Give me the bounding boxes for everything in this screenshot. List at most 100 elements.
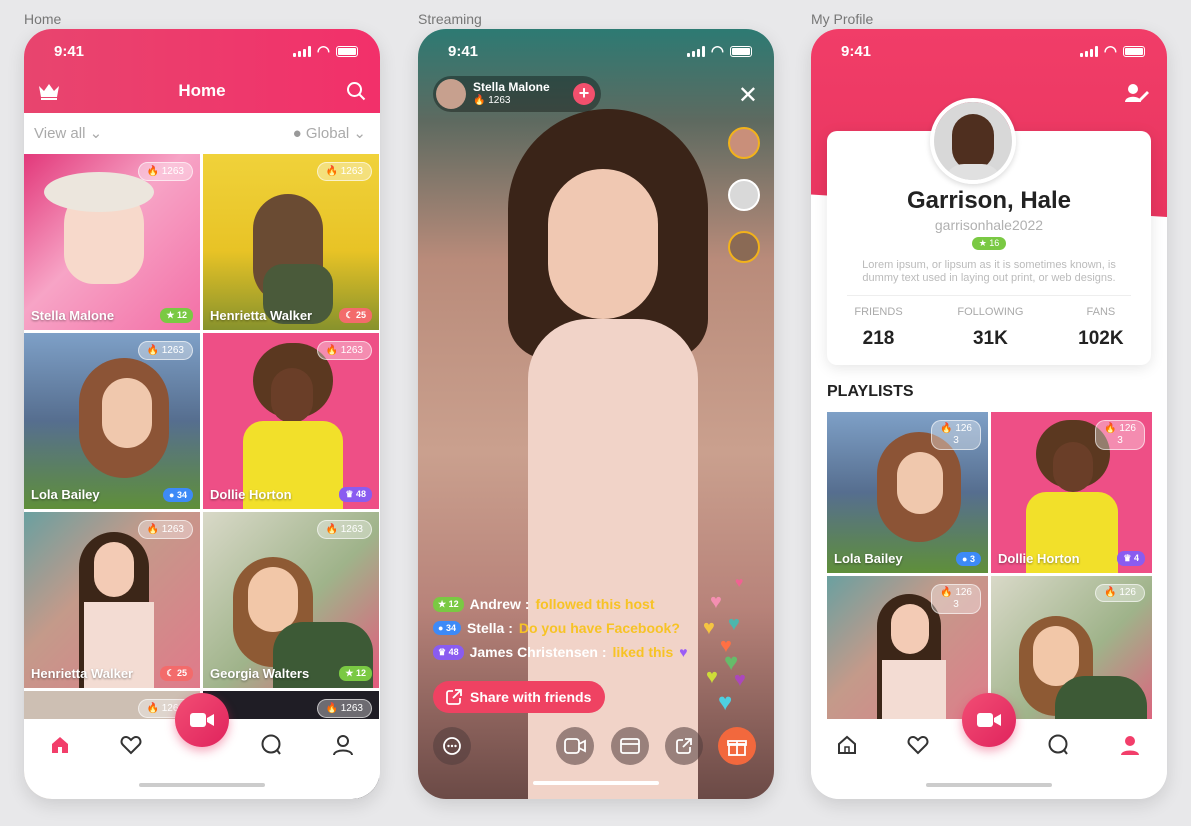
playlist-count: 🔥 126 bbox=[1095, 584, 1145, 602]
chat-user: James Christensen : bbox=[469, 644, 607, 660]
playlist-count: 🔥 126 3 bbox=[931, 584, 981, 614]
user-icon[interactable] bbox=[331, 733, 355, 757]
search-icon[interactable] bbox=[346, 81, 366, 106]
viewer-count: 🔥 1263 bbox=[316, 162, 372, 181]
tile-name: Stella Malone bbox=[31, 308, 115, 323]
signal-icon bbox=[1079, 45, 1098, 57]
stat-label: FANS bbox=[1086, 306, 1116, 318]
viewer-count: 🔥 1263 bbox=[137, 162, 193, 181]
playlist-count: 🔥 126 3 bbox=[931, 420, 981, 450]
stat-value: 218 bbox=[862, 328, 895, 349]
heart-icon[interactable] bbox=[906, 733, 930, 757]
heart-icon: ♥ bbox=[679, 644, 688, 660]
chat-message: ● 34 Stella : Do you have Facebook? bbox=[433, 620, 680, 636]
playlist-tile[interactable]: 🔥 126 3 Dollie Horton ♛ 4 bbox=[991, 412, 1152, 573]
comment-icon[interactable] bbox=[433, 727, 471, 765]
level-badge: ♛ 48 bbox=[339, 487, 372, 502]
chat-icon[interactable] bbox=[1046, 733, 1070, 757]
home-screen: Home 9:41 ◠ View all ⌄ ● Global ⌄ 🔥 1263… bbox=[24, 29, 380, 799]
stat-value: 31K bbox=[972, 328, 1008, 349]
viewer-count: 🔥 1263 bbox=[137, 520, 193, 539]
level-badge: ★ 12 bbox=[339, 666, 372, 681]
level-badge: ★ 12 bbox=[433, 596, 464, 612]
chat-text: followed this host bbox=[535, 596, 655, 612]
live-tile[interactable]: 🔥 1263 Dollie Horton ♛ 48 bbox=[203, 333, 379, 509]
view-all-label: View all bbox=[34, 125, 86, 142]
playlist-count: 🔥 126 3 bbox=[1095, 420, 1145, 450]
edit-profile-icon[interactable] bbox=[1125, 83, 1149, 108]
tile-name: Dollie Horton bbox=[210, 487, 292, 502]
playlist-tile[interactable]: 🔥 126 3 Lola Bailey ● 3 bbox=[827, 412, 988, 573]
signal-icon bbox=[292, 45, 311, 57]
tile-name: Henrietta Walker bbox=[210, 308, 313, 323]
chat-text: Do you have Facebook? bbox=[518, 620, 680, 636]
level-badge: ● 34 bbox=[163, 488, 193, 502]
home-indicator bbox=[533, 781, 659, 785]
bottom-nav bbox=[24, 693, 380, 799]
page-title: Home bbox=[178, 81, 226, 100]
region-label: Global bbox=[305, 125, 350, 142]
streaming-screen: 9:41 ◠ Stella Malone 🔥 1263 + ✕ ★ 12 Andre… bbox=[418, 29, 774, 799]
view-all-dropdown[interactable]: View all ⌄ bbox=[34, 124, 102, 142]
avatar bbox=[930, 98, 1016, 184]
status-time: 9:41 bbox=[841, 42, 872, 60]
heart-icon: ♥ bbox=[703, 617, 715, 639]
chat-message: ★ 12 Andrew : followed this host bbox=[433, 596, 654, 612]
host-info[interactable]: Stella Malone 🔥 1263 + bbox=[433, 76, 601, 112]
level-badge: ★ 12 bbox=[160, 308, 193, 323]
heart-icon: ♥ bbox=[728, 613, 740, 635]
user-icon[interactable] bbox=[1118, 733, 1142, 757]
home-indicator bbox=[139, 783, 265, 787]
share-button[interactable]: Share with friends bbox=[433, 681, 605, 713]
go-live-button[interactable] bbox=[962, 693, 1016, 747]
heart-icon: ♥ bbox=[734, 669, 746, 691]
status-time: 9:41 bbox=[448, 42, 479, 60]
status-bar: 9:41 ◠ bbox=[24, 29, 380, 73]
caption-profile: My Profile bbox=[811, 11, 874, 27]
viewer-avatar[interactable] bbox=[728, 231, 760, 263]
level-badge: ♛ 48 bbox=[433, 644, 464, 660]
region-dropdown[interactable]: ● Global ⌄ bbox=[293, 124, 366, 142]
playlists-title: PLAYLISTS bbox=[827, 383, 914, 400]
camera-icon[interactable] bbox=[556, 727, 594, 765]
live-tile[interactable]: 🔥 1263 Henrietta Walker ☾ 25 bbox=[203, 154, 379, 330]
profile-name: Garrison, Hale bbox=[906, 187, 1072, 214]
stat-fans[interactable]: FANS 102K bbox=[1078, 306, 1123, 350]
heart-icon: ♥ bbox=[718, 689, 733, 716]
mail-icon[interactable] bbox=[611, 727, 649, 765]
profile-bio: Lorem ipsum, or lipsum as it is sometime… bbox=[847, 259, 1131, 296]
home-indicator bbox=[926, 783, 1052, 787]
viewer-avatar[interactable] bbox=[728, 127, 760, 159]
viewer-count: 🔥 1263 bbox=[316, 341, 372, 360]
wifi-icon: ◠ bbox=[710, 43, 724, 60]
live-tile[interactable]: 🔥 1263 Stella Malone ★ 12 bbox=[24, 154, 200, 330]
heart-icon: ♥ bbox=[710, 591, 722, 613]
heart-icon[interactable] bbox=[119, 733, 143, 757]
viewer-count: 🔥 1263 bbox=[137, 341, 193, 360]
host-avatar bbox=[436, 79, 466, 109]
stat-following[interactable]: FOLLOWING 31K bbox=[957, 306, 1023, 350]
live-tile[interactable]: 🔥 1263 Lola Bailey ● 34 bbox=[24, 333, 200, 509]
gift-icon[interactable] bbox=[718, 727, 756, 765]
home-icon[interactable] bbox=[835, 733, 859, 757]
share-icon[interactable] bbox=[665, 727, 703, 765]
chat-text: liked this bbox=[612, 644, 674, 660]
caption-streaming: Streaming bbox=[418, 11, 482, 27]
tile-name: Georgia Walters bbox=[210, 666, 310, 681]
profile-stats: FRIENDS 218 FOLLOWING 31K FANS 102K bbox=[827, 306, 1151, 350]
chevron-down-icon: ⌄ bbox=[353, 125, 366, 142]
level-badge: ● 3 bbox=[956, 552, 981, 566]
share-icon bbox=[446, 689, 462, 705]
viewer-count: 🔥 1263 bbox=[316, 699, 372, 718]
chat-user: Stella : bbox=[466, 620, 513, 636]
viewer-avatar[interactable] bbox=[728, 179, 760, 211]
home-icon[interactable] bbox=[48, 733, 72, 757]
battery-icon bbox=[336, 45, 358, 57]
go-live-button[interactable] bbox=[175, 693, 229, 747]
close-icon[interactable]: ✕ bbox=[738, 81, 758, 110]
chat-icon[interactable] bbox=[259, 733, 283, 757]
stat-friends[interactable]: FRIENDS 218 bbox=[854, 306, 902, 350]
live-tile[interactable]: 🔥 1263 Georgia Walters ★ 12 bbox=[203, 512, 379, 688]
follow-button[interactable]: + bbox=[573, 83, 595, 105]
live-tile[interactable]: 🔥 1263 Henrietta Walker ☾ 25 bbox=[24, 512, 200, 688]
